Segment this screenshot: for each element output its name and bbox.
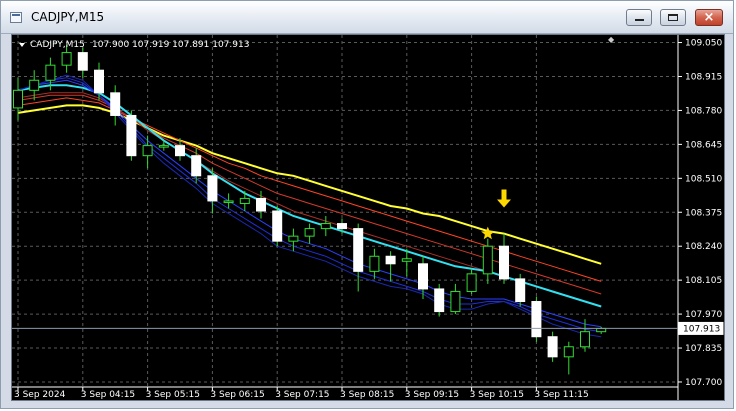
y-tick-label: 108.375 [685, 208, 722, 218]
x-tick-label: 3 Sep 08:15 [340, 390, 394, 400]
close-button[interactable]: × [695, 9, 723, 26]
y-tick-label: 107.700 [685, 378, 722, 388]
x-tick-label: 3 Sep 06:15 [210, 390, 264, 400]
candle-bear [385, 255, 396, 265]
chart-header-ohlc: 107.900 107.919 107.891 107.913 [92, 40, 249, 50]
candle-bear [175, 145, 185, 157]
chart-scroll-marker-icon: ◆ [608, 35, 615, 44]
candle-bear [434, 288, 445, 313]
candle-bear [272, 210, 283, 242]
candle-bear [207, 175, 218, 202]
x-tick-label: 3 Sep 05:15 [146, 390, 200, 400]
x-tick-label: 3 Sep 2024 [14, 390, 66, 400]
candle-bull [45, 64, 56, 81]
minimize-icon [635, 19, 644, 21]
candle-bull [288, 235, 299, 242]
candle-bull [13, 89, 23, 109]
candle-bear [531, 301, 542, 338]
y-tick-label: 109.050 [685, 39, 722, 49]
resize-grip-icon[interactable] [721, 400, 731, 406]
x-tick-label: 3 Sep 09:15 [405, 390, 459, 400]
close-icon: × [703, 10, 715, 25]
x-tick-label: 3 Sep 04:15 [81, 390, 135, 400]
candle-bull [563, 346, 574, 358]
candle-bull [401, 258, 412, 262]
chart-background [12, 35, 724, 400]
y-tick-label: 108.510 [685, 174, 722, 184]
y-tick-label: 108.780 [685, 106, 722, 116]
candle-bull [369, 255, 380, 272]
y-tick-label: 108.240 [685, 242, 722, 252]
current-price-label: 107.913 [683, 324, 720, 334]
y-tick-label: 108.645 [685, 140, 722, 150]
maximize-button[interactable] [660, 9, 686, 26]
window-titlebar[interactable]: CADJPY,M15 × [1, 1, 733, 34]
y-tick-label: 108.915 [685, 72, 722, 82]
candle-bear [256, 197, 266, 212]
candle-bull [61, 52, 72, 66]
candle-bear [337, 223, 347, 230]
chart-canvas[interactable]: 109.050 108.915 108.780 108.645 108.510 108.3… [11, 34, 725, 401]
candle-bull [580, 331, 590, 348]
window-title: CADJPY,M15 [31, 10, 105, 24]
x-tick-label: 3 Sep 07:15 [275, 390, 329, 400]
candle-bear [77, 52, 88, 71]
candle-bull [239, 197, 250, 204]
candle-bear [94, 69, 104, 94]
candle-bull [482, 245, 493, 275]
candle-bull [466, 273, 477, 292]
candle-bull [29, 79, 40, 91]
minimize-button[interactable] [626, 9, 652, 26]
candle-bear [418, 263, 428, 290]
chart-window: CADJPY,M15 × 109.050 108.915 108.780 108.64… [0, 0, 734, 409]
candle-bull [223, 200, 234, 203]
candle-bull [304, 228, 315, 237]
candle-bear [499, 245, 509, 280]
y-tick-label: 107.970 [685, 310, 722, 320]
maximize-icon [668, 14, 678, 21]
candle-bull [158, 145, 169, 148]
candle-bear [353, 228, 364, 272]
candlestick-chart[interactable]: 109.050 108.915 108.780 108.645 108.510 108.3… [12, 35, 724, 400]
y-tick-label: 107.835 [685, 344, 722, 354]
chart-header-symbol: CADJPY,M15 [30, 40, 85, 50]
candle-bull [320, 223, 331, 230]
candle-bull [142, 145, 153, 157]
y-tick-label: 108.105 [685, 276, 722, 286]
candle-bear [110, 92, 121, 116]
candle-bull [450, 290, 461, 313]
candle-bear [515, 278, 526, 303]
candle-bear [547, 336, 558, 358]
candle-bear [191, 155, 202, 177]
chart-window-icon [10, 12, 22, 23]
x-tick-label: 3 Sep 10:15 [470, 390, 524, 400]
candle-bear [126, 114, 137, 157]
x-tick-label: 3 Sep 11:15 [534, 390, 588, 400]
